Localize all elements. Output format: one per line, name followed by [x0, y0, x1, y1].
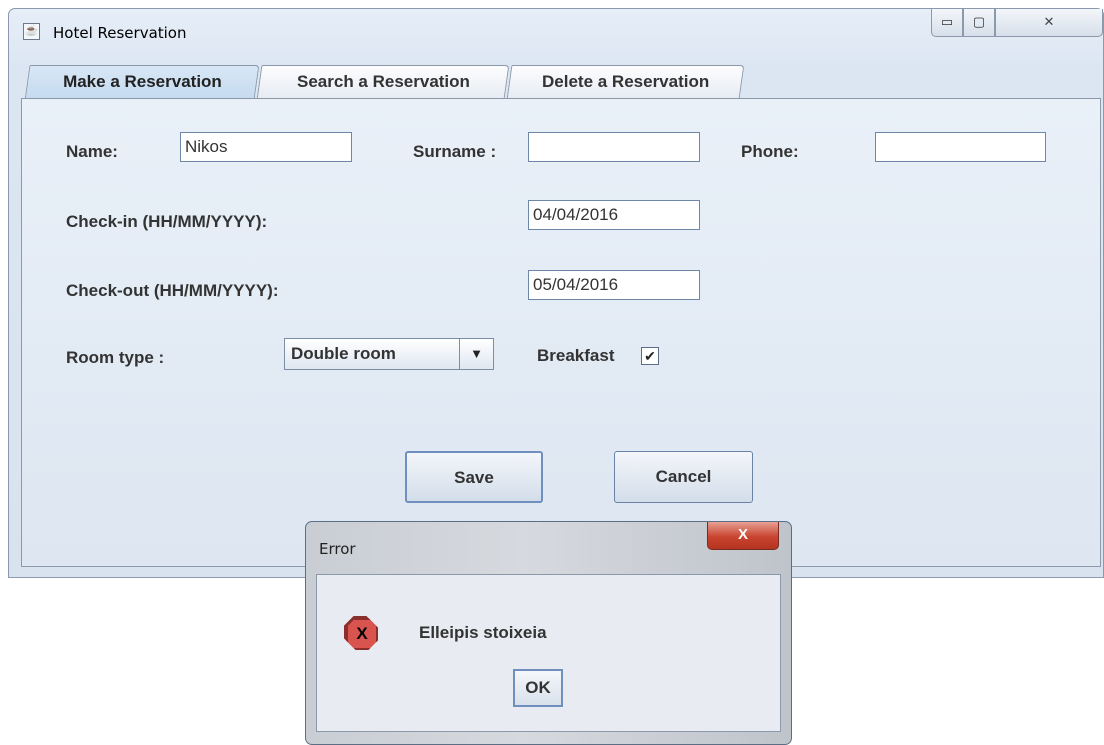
dialog-message: Elleipis stoixeia	[419, 623, 547, 642]
title-bar[interactable]: ☕ Hotel Reservation ▭ ▢ ✕	[9, 9, 1103, 59]
cancel-button[interactable]: Cancel	[614, 451, 753, 503]
roomtype-value: Double room	[291, 344, 396, 363]
maximize-button[interactable]: ▢	[963, 9, 995, 37]
roomtype-label: Room type :	[66, 348, 165, 367]
ok-button[interactable]: OK	[513, 669, 563, 707]
roomtype-select[interactable]: Double room ▼	[284, 338, 494, 370]
tab-search-reservation[interactable]: Search a Reservation	[256, 65, 510, 99]
breakfast-label: Breakfast	[537, 346, 615, 365]
phone-label: Phone:	[741, 142, 799, 161]
tab-delete-reservation[interactable]: Delete a Reservation	[506, 65, 745, 99]
dialog-body	[316, 574, 781, 732]
close-icon: X	[737, 526, 748, 543]
dialog-close-button[interactable]: X	[707, 522, 779, 550]
checkout-label: Check-out (HH/MM/YYYY):	[66, 281, 279, 300]
error-dialog: Error X X Elleipis stoixeia OK	[305, 521, 792, 745]
close-button[interactable]: ✕	[995, 9, 1103, 37]
breakfast-checkbox[interactable]: ✔	[641, 347, 659, 365]
save-button[interactable]: Save	[405, 451, 543, 503]
surname-label: Surname :	[413, 142, 497, 161]
checkmark-icon: ✔	[644, 348, 656, 364]
tab-panel	[21, 98, 1101, 567]
name-field[interactable]: Nikos	[180, 132, 352, 162]
tab-make-reservation[interactable]: Make a Reservation	[24, 65, 260, 100]
close-icon: ✕	[1043, 14, 1055, 29]
dialog-title: Error	[319, 540, 356, 558]
maximize-icon: ▢	[972, 14, 986, 29]
minimize-icon: ▭	[940, 14, 954, 29]
window-title: Hotel Reservation	[53, 24, 187, 42]
checkin-label: Check-in (HH/MM/YYYY):	[66, 212, 268, 231]
java-app-icon: ☕	[23, 23, 40, 40]
minimize-button[interactable]: ▭	[931, 9, 963, 37]
name-label: Name:	[66, 142, 118, 161]
phone-field[interactable]	[875, 132, 1046, 162]
chevron-down-icon[interactable]: ▼	[459, 339, 493, 369]
checkout-field[interactable]: 05/04/2016	[528, 270, 700, 300]
surname-field[interactable]	[528, 132, 700, 162]
checkin-field[interactable]: 04/04/2016	[528, 200, 700, 230]
